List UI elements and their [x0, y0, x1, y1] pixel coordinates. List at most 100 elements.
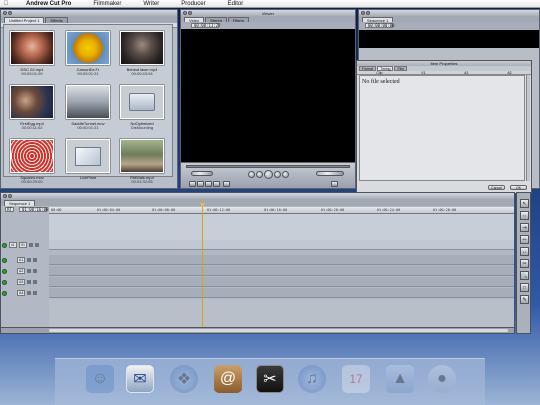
clip-item[interactable]: Squares.mov 00:00:29:00: [10, 139, 54, 184]
shuttle-control[interactable]: [191, 171, 213, 176]
source-track-label[interactable]: v1: [9, 242, 17, 248]
add-keyframe-button[interactable]: [205, 181, 212, 187]
mark-in-button[interactable]: [223, 181, 230, 187]
rt-menu[interactable]: RT: [5, 207, 14, 212]
play-button[interactable]: [264, 170, 273, 179]
track-label[interactable]: A1: [17, 257, 26, 263]
menu-producer[interactable]: Producer: [181, 1, 205, 7]
audio-track-area[interactable]: [49, 299, 514, 327]
ical-icon[interactable]: 17: [342, 365, 370, 393]
menu-app-name[interactable]: Andrew Cut Pro: [26, 1, 71, 7]
final-cut-icon[interactable]: ✂: [256, 365, 284, 393]
mark-clip-button[interactable]: [197, 181, 204, 187]
viewer-titlebar[interactable]: Viewer: [181, 10, 355, 16]
clip-item[interactable]: SaddleTunnel.mov 00:00:01:21: [66, 85, 110, 130]
video-track-area[interactable]: [49, 214, 514, 240]
auto-select-icon[interactable]: [33, 258, 38, 262]
iphoto-icon[interactable]: ▲: [386, 365, 414, 393]
clip-item[interactable]: CarsonEa Fr 00:00:01:21: [66, 31, 110, 76]
menu-writer[interactable]: Writer: [143, 1, 159, 7]
auto-select-icon[interactable]: [33, 291, 38, 295]
close-icon[interactable]: [3, 194, 7, 198]
pen-tool-icon[interactable]: ✎: [520, 295, 529, 304]
auto-select-icon[interactable]: [33, 280, 38, 284]
minimize-icon[interactable]: [8, 194, 12, 198]
menu-filmmaker[interactable]: Filmmaker: [93, 1, 121, 7]
canvas-titlebar[interactable]: [359, 10, 539, 16]
track-audible-icon[interactable]: [2, 268, 7, 274]
mail-icon[interactable]: ✉: [126, 365, 154, 393]
audio-track[interactable]: [49, 288, 514, 298]
edit-select-tool-icon[interactable]: ⇔: [520, 211, 529, 220]
clip-item[interactable]: FirstEgg.mp4 00:00:11:02: [10, 85, 54, 130]
track-label[interactable]: A2: [17, 268, 26, 274]
track-select-tool-icon[interactable]: ⇥: [520, 223, 529, 232]
lock-icon[interactable]: [28, 243, 33, 247]
play-in-out-button[interactable]: [256, 171, 263, 178]
viewer-video[interactable]: [181, 29, 355, 162]
safari-icon[interactable]: ❖: [170, 365, 198, 393]
clip-item[interactable]: RiftWalk.mp4 00:01:32:05: [120, 139, 164, 184]
lock-icon[interactable]: [27, 269, 32, 273]
clip-thumbnail[interactable]: [10, 31, 54, 65]
razor-tool-icon[interactable]: ✂: [520, 259, 529, 268]
folder-thumbnail[interactable]: [120, 85, 164, 119]
address-book-icon[interactable]: @: [214, 365, 242, 393]
clip-thumbnail[interactable]: [66, 139, 110, 173]
close-icon[interactable]: [3, 11, 7, 15]
tab-project[interactable]: Untitled Project 1: [4, 17, 45, 23]
clip-item[interactable]: LiveFlare: [66, 139, 110, 180]
roll-tool-icon[interactable]: ⇿: [520, 235, 529, 244]
play-around-button[interactable]: [274, 171, 281, 178]
auto-select-icon[interactable]: [33, 269, 38, 273]
clip-item[interactable]: DSC 02.mp4 00:00:01:00: [10, 31, 54, 76]
track-visibility-icon[interactable]: [2, 242, 7, 248]
playhead[interactable]: [202, 205, 203, 327]
lock-icon[interactable]: [27, 280, 32, 284]
timeline-timecode[interactable]: 01:00:16:08: [19, 207, 49, 212]
canvas-video[interactable]: [359, 30, 539, 48]
lock-icon[interactable]: [27, 291, 32, 295]
apple-menu-icon[interactable]: : [0, 1, 12, 7]
next-edit-button[interactable]: [282, 171, 289, 178]
clip-thumbnail[interactable]: [66, 85, 110, 119]
clip-item[interactable]: Behind lawn mp4 00:00:43:04: [120, 31, 164, 76]
timeline-titlebar[interactable]: [1, 193, 514, 199]
track-audible-icon[interactable]: [2, 257, 7, 263]
timeline-scrollbar[interactable]: [1, 327, 514, 333]
close-icon[interactable]: [361, 11, 365, 15]
match-frame-button[interactable]: [189, 181, 196, 187]
auto-select-icon[interactable]: [34, 243, 39, 247]
ok-button[interactable]: OK: [510, 185, 527, 190]
bin-folder[interactable]: NoOptimized DisMounting: [120, 85, 164, 130]
track-label[interactable]: A3: [17, 279, 26, 285]
properties-scrollbar[interactable]: [526, 75, 530, 181]
clip-thumbnail[interactable]: [10, 139, 54, 173]
minimize-icon[interactable]: [8, 11, 12, 15]
timeline-ruler[interactable]: 00:00 01:00:04:00 01:00:08:00 01:00:12:0…: [49, 207, 514, 214]
tab-format[interactable]: Format: [359, 66, 377, 71]
lock-icon[interactable]: [27, 258, 32, 262]
previous-edit-button[interactable]: [248, 171, 255, 178]
crop-tool-icon[interactable]: □: [520, 283, 529, 292]
itunes-icon[interactable]: ♫: [298, 365, 326, 393]
tab-film[interactable]: Film: [394, 66, 408, 71]
track-label[interactable]: A4: [17, 290, 26, 296]
zoom-tool-icon[interactable]: 🔍: [520, 271, 529, 280]
minimize-icon[interactable]: [366, 11, 370, 15]
dock-extra-icon[interactable]: ●: [428, 365, 456, 393]
clip-thumbnail[interactable]: [120, 139, 164, 173]
add-marker-button[interactable]: [213, 181, 220, 187]
menu-editor[interactable]: Editor: [228, 1, 244, 7]
scroll-thumb[interactable]: [49, 329, 508, 332]
audio-track[interactable]: [49, 266, 514, 276]
selection-tool-icon[interactable]: ↖: [520, 199, 529, 208]
clip-thumbnail[interactable]: [120, 31, 164, 65]
track-audible-icon[interactable]: [2, 290, 7, 296]
clip-thumbnail[interactable]: [66, 31, 110, 65]
track-audible-icon[interactable]: [2, 279, 7, 285]
browser-titlebar[interactable]: [1, 10, 177, 16]
finder-icon[interactable]: ☺: [86, 365, 114, 393]
track-label[interactable]: V1: [18, 242, 27, 248]
slip-tool-icon[interactable]: ↔: [520, 247, 529, 256]
